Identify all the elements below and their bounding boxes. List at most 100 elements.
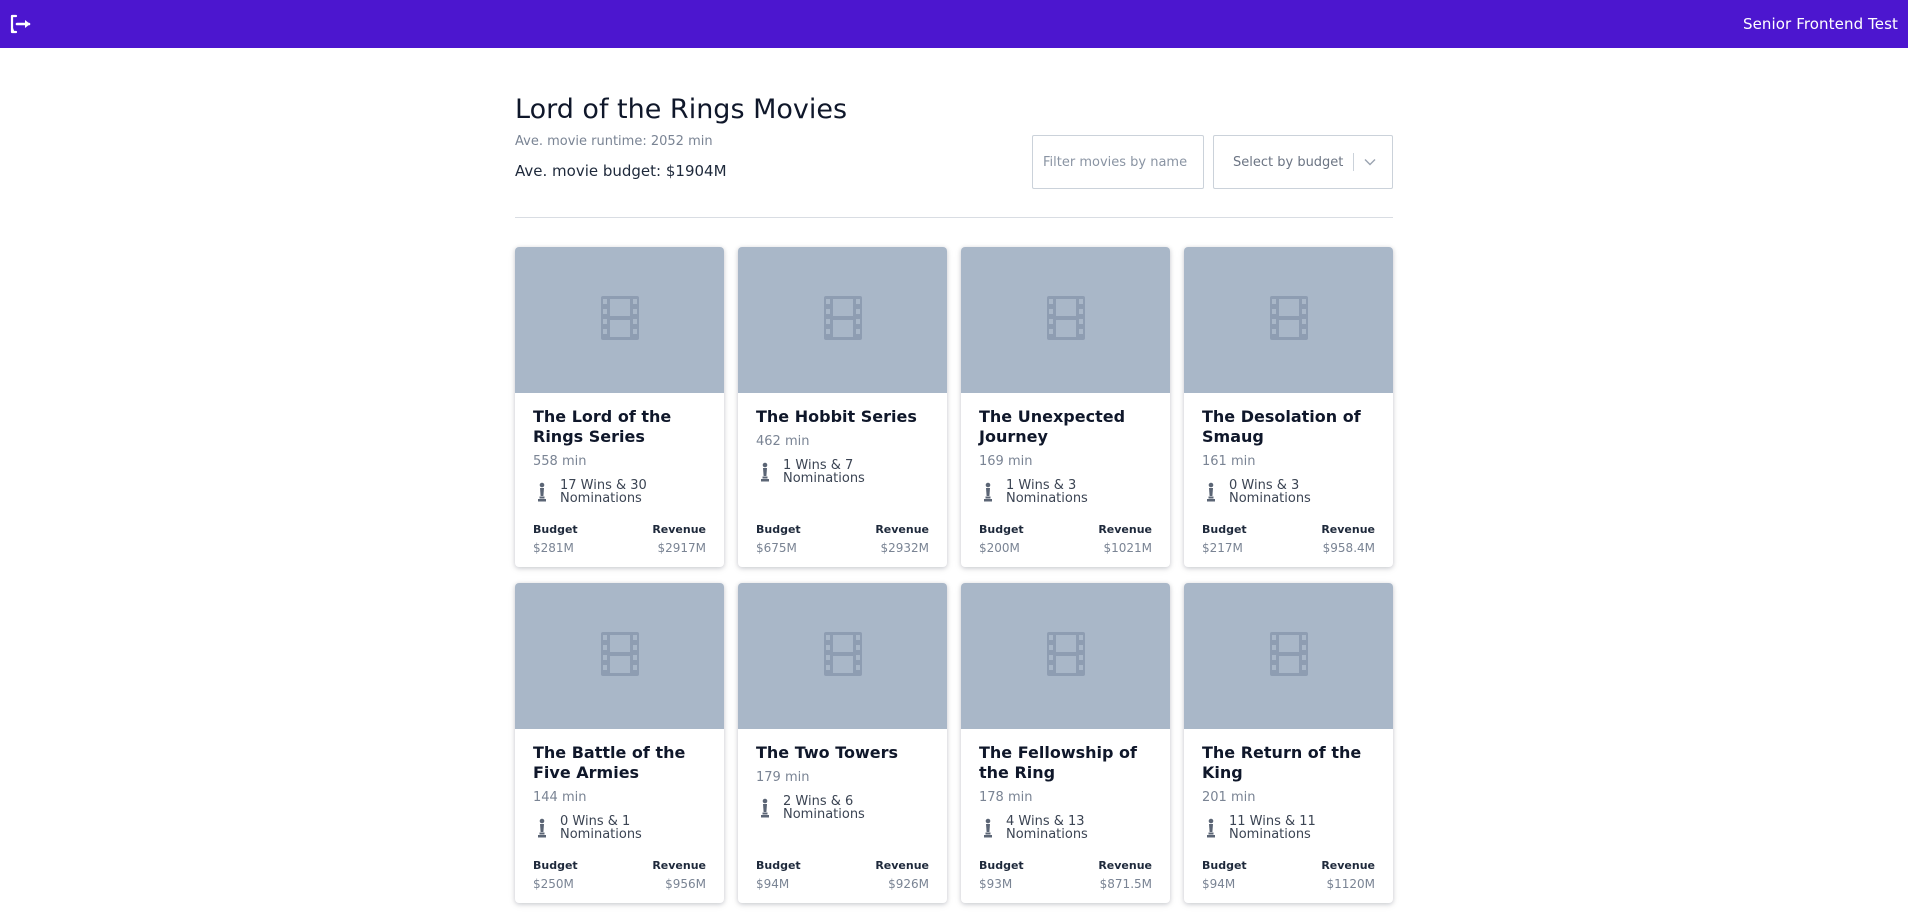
movie-card[interactable]: The Return of the King 201 min 11 Wins &… (1184, 583, 1393, 903)
awards-text: 0 Wins & 1 Nominations (560, 814, 642, 842)
movie-title: The Hobbit Series (756, 407, 917, 426)
film-strip-icon (823, 632, 862, 680)
trophy-icon (536, 818, 550, 838)
movie-card[interactable]: The Fellowship of the Ring 178 min 4 Win… (961, 583, 1170, 903)
movie-card[interactable]: The Battle of the Five Armies 144 min 0 … (515, 583, 724, 903)
revenue-label: Revenue (1321, 859, 1375, 872)
revenue-value: $926M (888, 877, 929, 891)
movie-card-body: The Hobbit Series 462 min 1 Wins & 7 Nom… (756, 393, 929, 567)
revenue-block: Revenue $871.5M (1098, 859, 1152, 891)
budget-block: Budget $94M (1202, 859, 1247, 891)
movie-thumbnail (738, 247, 947, 393)
movie-card-body: The Lord of the Rings Series 558 min 17 … (533, 393, 706, 567)
revenue-value: $956M (665, 877, 706, 891)
select-separator (1353, 153, 1354, 171)
budget-label: Budget (979, 859, 1024, 872)
awards-text: 4 Wins & 13 Nominations (1006, 814, 1088, 842)
revenue-label: Revenue (652, 859, 706, 872)
movie-card[interactable]: The Hobbit Series 462 min 1 Wins & 7 Nom… (738, 247, 947, 567)
movie-awards: 0 Wins & 1 Nominations (533, 815, 706, 841)
budget-block: Budget $94M (756, 859, 801, 891)
budget-label: Budget (533, 859, 578, 872)
budget-value: $675M (756, 541, 797, 555)
movie-thumbnail (515, 583, 724, 729)
movie-card[interactable]: The Desolation of Smaug 161 min 0 Wins &… (1184, 247, 1393, 567)
app-title: Senior Frontend Test (1742, 15, 1898, 33)
trophy-icon (1205, 482, 1219, 502)
budget-block: Budget $200M (979, 523, 1024, 555)
budget-value: $200M (979, 541, 1020, 555)
film-strip-icon (823, 296, 862, 344)
film-strip-icon (600, 296, 639, 344)
movie-runtime: 558 min (533, 454, 587, 469)
filter-by-name-input[interactable] (1032, 135, 1204, 189)
revenue-block: Revenue $958.4M (1321, 523, 1375, 555)
movie-awards: 17 Wins & 30 Nominations (533, 479, 706, 505)
trophy-icon (1205, 818, 1219, 838)
movie-card[interactable]: The Two Towers 179 min 2 Wins & 6 Nomina… (738, 583, 947, 903)
movie-card-body: The Return of the King 201 min 11 Wins &… (1202, 729, 1375, 903)
revenue-block: Revenue $1021M (1098, 523, 1152, 555)
revenue-value: $958.4M (1322, 541, 1375, 555)
budget-select[interactable]: Select by budget (1213, 135, 1393, 189)
movie-financials: Budget $281M Revenue $2917M (533, 523, 706, 555)
film-strip-icon (1046, 632, 1085, 680)
movie-title: The Return of the King (1202, 743, 1362, 782)
movie-awards: 1 Wins & 7 Nominations (756, 459, 929, 485)
movie-thumbnail (515, 247, 724, 393)
film-strip-icon (1269, 632, 1308, 680)
movie-financials: Budget $675M Revenue $2932M (756, 523, 929, 555)
revenue-value: $871.5M (1099, 877, 1152, 891)
trophy-icon (982, 482, 996, 502)
movie-card-body: The Battle of the Five Armies 144 min 0 … (533, 729, 706, 903)
budget-select-label: Select by budget (1233, 154, 1344, 170)
movie-runtime: 144 min (533, 790, 587, 805)
movie-runtime: 169 min (979, 454, 1033, 469)
revenue-label: Revenue (1098, 859, 1152, 872)
revenue-block: Revenue $956M (652, 859, 706, 891)
awards-text: 0 Wins & 3 Nominations (1229, 478, 1311, 506)
budget-value: $94M (756, 877, 790, 891)
movie-runtime: 201 min (1202, 790, 1256, 805)
page-title: Lord of the Rings Movies (515, 94, 848, 125)
movie-card-body: The Unexpected Journey 169 min 1 Wins & … (979, 393, 1152, 567)
movie-title: The Fellowship of the Ring (979, 743, 1137, 782)
chevron-down-icon[interactable] (1364, 155, 1378, 169)
movie-runtime: 462 min (756, 434, 810, 449)
movie-thumbnail (1184, 247, 1393, 393)
movie-awards: 1 Wins & 3 Nominations (979, 479, 1152, 505)
revenue-block: Revenue $2932M (875, 523, 929, 555)
budget-label: Budget (979, 523, 1024, 536)
revenue-value: $1021M (1103, 541, 1152, 555)
movie-card[interactable]: The Unexpected Journey 169 min 1 Wins & … (961, 247, 1170, 567)
revenue-label: Revenue (1098, 523, 1152, 536)
movie-financials: Budget $94M Revenue $926M (756, 859, 929, 891)
average-runtime: Ave. movie runtime: 2052 min (515, 134, 713, 149)
budget-value: $217M (1202, 541, 1243, 555)
movie-grid: The Lord of the Rings Series 558 min 17 … (515, 247, 1393, 903)
budget-block: Budget $217M (1202, 523, 1247, 555)
top-bar: Senior Frontend Test (0, 0, 1908, 48)
revenue-block: Revenue $926M (875, 859, 929, 891)
revenue-label: Revenue (875, 523, 929, 536)
trophy-icon (759, 462, 773, 482)
movie-awards: 0 Wins & 3 Nominations (1202, 479, 1375, 505)
budget-label: Budget (756, 523, 801, 536)
movie-thumbnail (961, 247, 1170, 393)
movie-title: The Lord of the Rings Series (533, 407, 672, 446)
movie-title: The Battle of the Five Armies (533, 743, 686, 782)
revenue-label: Revenue (1321, 523, 1375, 536)
movie-card[interactable]: The Lord of the Rings Series 558 min 17 … (515, 247, 724, 567)
awards-text: 2 Wins & 6 Nominations (783, 794, 865, 822)
movie-financials: Budget $93M Revenue $871.5M (979, 859, 1152, 891)
movie-title: The Unexpected Journey (979, 407, 1126, 446)
trophy-icon (759, 798, 773, 818)
exit-arrow-logo-icon[interactable] (9, 12, 33, 36)
page-header: Lord of the Rings Movies Ave. movie runt… (515, 48, 1393, 218)
movie-awards: 2 Wins & 6 Nominations (756, 795, 929, 821)
movie-financials: Budget $94M Revenue $1120M (1202, 859, 1375, 891)
movie-financials: Budget $250M Revenue $956M (533, 859, 706, 891)
movie-card-body: The Desolation of Smaug 161 min 0 Wins &… (1202, 393, 1375, 567)
awards-text: 11 Wins & 11 Nominations (1229, 814, 1316, 842)
revenue-value: $2932M (880, 541, 929, 555)
